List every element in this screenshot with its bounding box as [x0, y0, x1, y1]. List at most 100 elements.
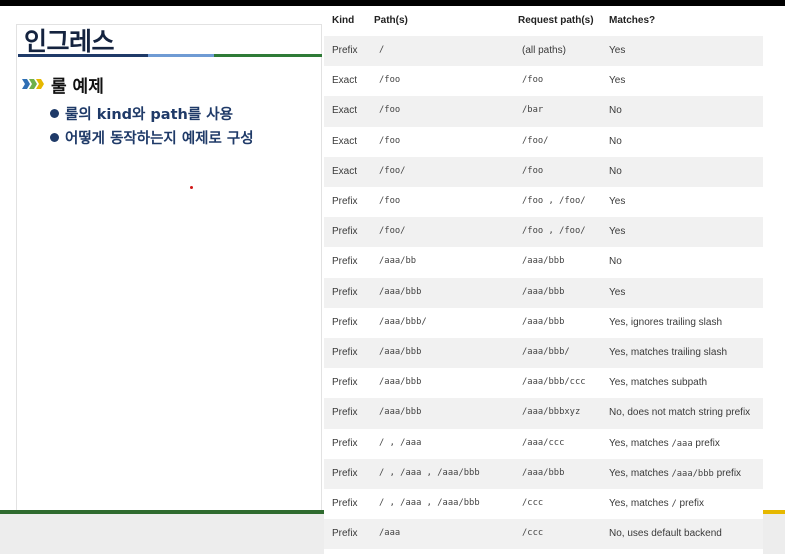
cell-path: /foo/ — [379, 226, 406, 237]
bullet-dot-icon — [50, 109, 59, 118]
header-paths: Path(s) — [374, 15, 408, 26]
cell-kind: Exact — [332, 135, 358, 147]
bullet-item: 어떻게 동작하는지 예제로 구성 — [50, 127, 254, 148]
cell-request: /aaa/ccc — [522, 437, 565, 448]
cell-kind: Prefix — [332, 467, 358, 479]
cell-matches: Yes, matches / prefix — [609, 498, 704, 509]
cell-matches: Yes, matches trailing slash — [609, 347, 728, 358]
cell-path: /foo — [379, 196, 401, 206]
cell-matches: No — [609, 105, 622, 117]
cell-request: (all paths) — [522, 45, 566, 56]
header-kind: Kind — [332, 15, 355, 26]
cell-matches: No — [609, 165, 622, 177]
cell-matches-text: Yes, matches — [609, 437, 672, 449]
cell-request: /foo — [522, 165, 544, 176]
cell-matches: Yes — [609, 45, 626, 56]
cell-request: /ccc — [522, 528, 544, 539]
title-underline-green — [214, 54, 322, 57]
cell-matches: No, does not match string prefix — [609, 407, 751, 419]
cell-kind: Prefix — [332, 498, 358, 509]
cell-request: /foo , /foo/ — [522, 226, 586, 237]
laser-pointer-dot — [190, 186, 193, 189]
cell-path: /aaa/bbb — [379, 347, 422, 357]
cell-kind: Prefix — [332, 407, 358, 419]
cell-matches: No — [609, 256, 622, 268]
cell-kind: Exact — [332, 75, 358, 87]
cell-matches: Yes, ignores trailing slash — [609, 316, 723, 328]
cell-matches-code: /aaa/bbb — [671, 468, 714, 479]
cell-kind: Prefix — [332, 347, 358, 358]
cell-kind: Exact — [332, 105, 358, 117]
table-row: Exact/foo/foo Yes — [324, 66, 763, 96]
table-row: Prefix/aaa/ccc No, uses default backend — [324, 519, 763, 550]
section-heading: 룰 예제 — [51, 77, 104, 97]
bullet-text: 어떻게 동작하는지 예제로 구성 — [65, 131, 254, 147]
table-header: Kind Path(s) Request path(s) Matches? — [324, 6, 763, 36]
cell-path: / , /aaa — [379, 437, 422, 448]
cell-path: /aaa/bbb — [379, 377, 422, 388]
table-row: Prefix/aaa/bb/aaa/bbb No — [324, 247, 763, 277]
bottom-rule-green — [0, 510, 324, 514]
cell-matches: Yes, matches subpath — [609, 377, 708, 389]
cell-matches: Yes — [609, 286, 626, 298]
cell-path: /aaa — [379, 528, 401, 539]
cell-request: /aaa/bbb — [522, 286, 565, 297]
cell-path: / , /aaa , /aaa/bbb — [379, 467, 480, 478]
cell-request: /aaa/bbb — [522, 467, 565, 478]
bullet-item: 룰의 kind와 path를 사용 — [50, 103, 233, 124]
cell-matches: No, uses default backend — [609, 528, 722, 540]
table-row: Prefix/aaa/bbb/aaa/bbb/Yes, matches trai… — [324, 338, 763, 369]
cell-request: /aaa/bbb — [522, 316, 565, 327]
cell-request: /aaa/bbb — [522, 256, 565, 267]
table-row: Prefix/aaa/bbb/aaa/bbb Yes — [324, 277, 763, 308]
cell-path: /foo/ — [379, 165, 406, 176]
cell-path: /aaa/bbb — [379, 286, 422, 297]
cell-request: /bar — [522, 105, 544, 116]
cell-matches: Yes, matches /aaa prefix — [609, 438, 720, 449]
slide-title: 인그레스 — [24, 27, 115, 56]
cell-kind: Prefix — [332, 256, 358, 268]
table-row: Exact/foo/ /foo No — [324, 156, 763, 187]
cell-kind: Prefix — [332, 528, 358, 540]
bullet-text: 룰의 kind와 path를 사용 — [65, 107, 233, 123]
cell-matches: Yes — [609, 226, 626, 238]
table-row: Prefix / (all paths) Yes — [324, 36, 763, 67]
table-row: Prefix/foo/ /foo , /foo/Yes — [324, 217, 763, 248]
cell-path: / — [379, 45, 385, 55]
cell-kind: Prefix — [332, 437, 358, 449]
cell-path: /aaa/bb — [379, 256, 417, 267]
cell-matches: No — [609, 135, 622, 147]
cell-matches: Yes — [609, 196, 626, 207]
cell-path: /aaa/bbb — [379, 407, 422, 418]
cell-kind: Prefix — [332, 196, 358, 207]
table-row: Prefix/aaa/bbb/aaa/bbbxyz No, does not ma… — [324, 398, 763, 429]
cell-matches-text: prefix — [692, 437, 720, 449]
cell-kind: Prefix — [332, 377, 358, 389]
cell-matches: Yes, matches /aaa/bbb prefix — [609, 468, 741, 479]
table-row: Exact/foo/bar No — [324, 96, 763, 127]
bullet-dot-icon — [50, 133, 59, 142]
cell-matches: Yes — [609, 75, 626, 87]
cell-matches-code: /aaa — [671, 438, 693, 449]
cell-path: /foo — [379, 135, 401, 146]
table-row: Prefix/foo/foo , /foo/Yes — [324, 187, 763, 217]
cell-matches-text: Yes, matches — [609, 498, 672, 509]
cell-request: /aaa/bbb/ — [522, 347, 570, 357]
title-underline-blue — [148, 54, 214, 57]
table-row: Prefix / , /aaa , /aaa/bbb/aaa/bbb Yes, ma… — [324, 458, 763, 489]
table-row: Prefix / , /aaa , /aaa/bbb/ccc Yes, matche… — [324, 489, 763, 519]
cell-path: /aaa/bbb/ — [379, 316, 427, 327]
cell-kind: Prefix — [332, 45, 358, 56]
cell-request: /ccc — [522, 498, 544, 508]
cell-kind: Prefix — [332, 286, 358, 298]
cell-matches-text: Yes, matches — [609, 467, 672, 479]
cell-path: / , /aaa , /aaa/bbb — [379, 498, 480, 508]
cell-request: /foo , /foo/ — [522, 196, 586, 206]
table-row: Prefix/aaa/bbb/ /aaa/bbb Yes, ignores trai… — [324, 308, 763, 338]
header-request: Request path(s) — [518, 15, 594, 26]
cell-request: /foo/ — [522, 135, 549, 146]
cell-request: /aaa/bbb/ccc — [522, 377, 586, 388]
cell-matches-text: prefix — [676, 498, 704, 509]
cell-kind: Exact — [332, 165, 358, 177]
cell-path: /foo — [379, 75, 401, 86]
